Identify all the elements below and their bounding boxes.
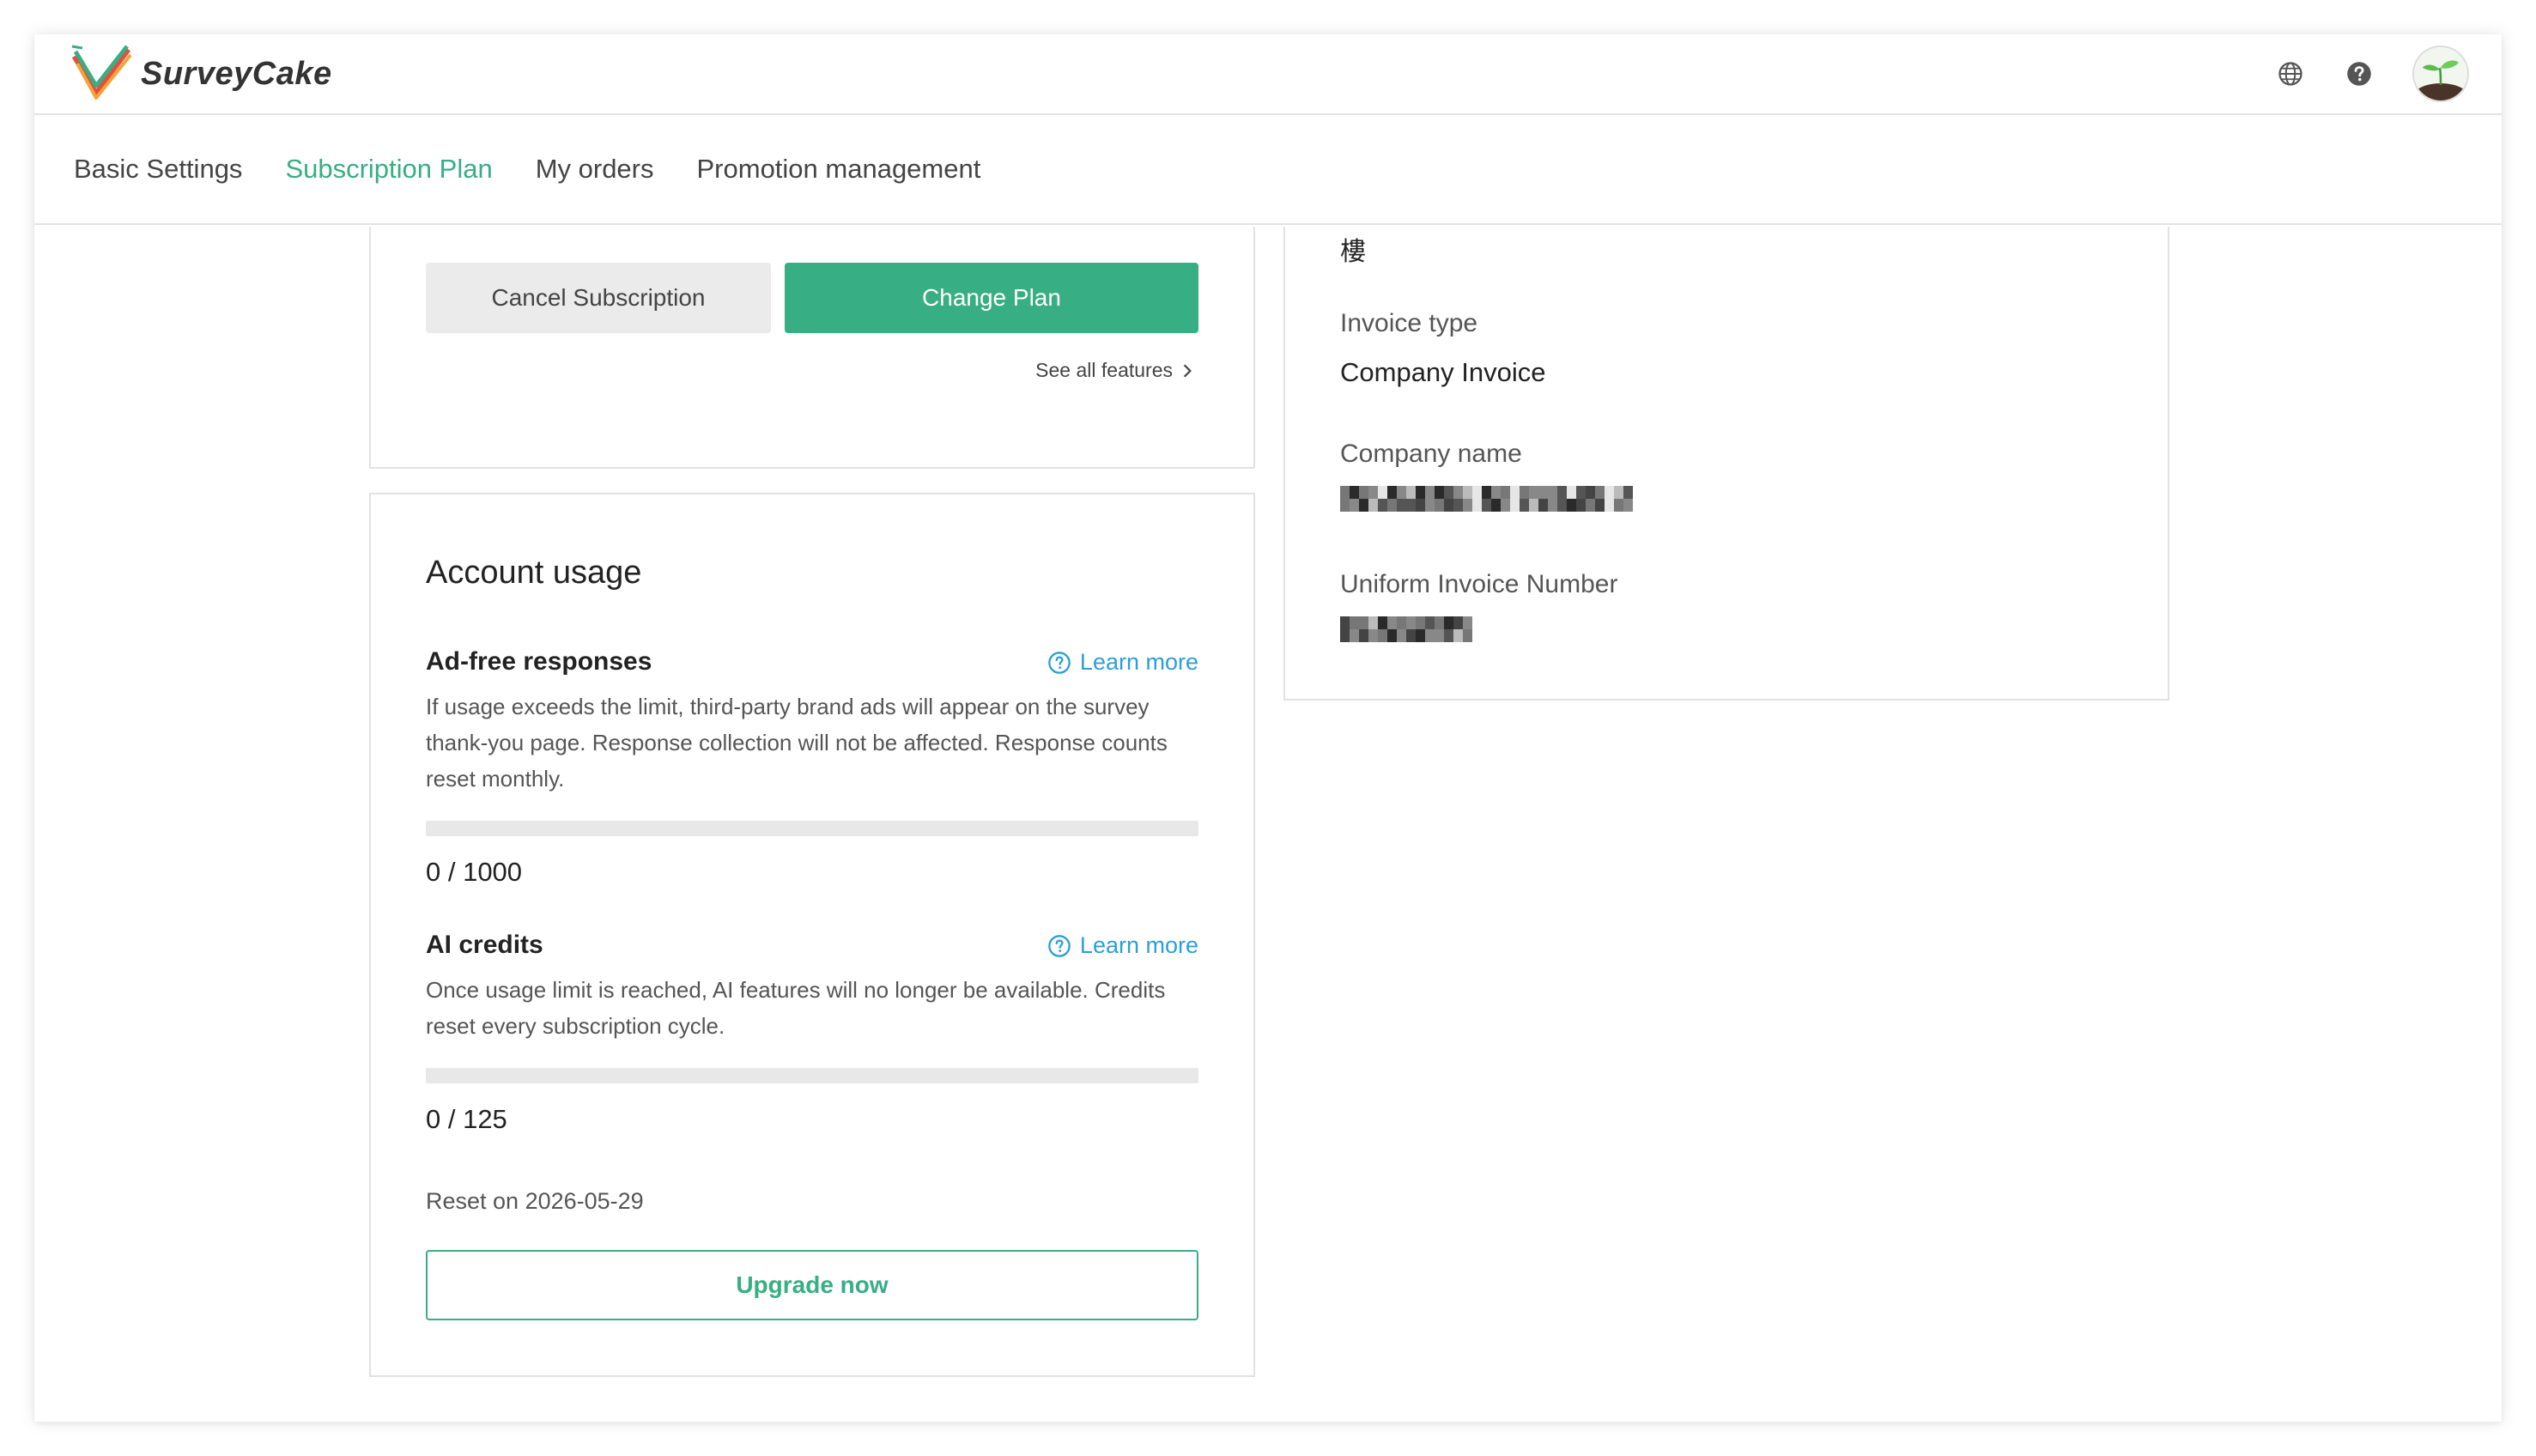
redaction-pixel [1387,616,1397,642]
redaction-pixel [1453,616,1463,642]
redaction-pixel [1444,486,1453,512]
main-content: Cancel Subscription Change Plan See all … [34,227,2502,1422]
uniform-invoice-number-label: Uniform Invoice Number [1340,570,1618,598]
redaction-pixel [1425,486,1435,512]
plan-card: Cancel Subscription Change Plan See all … [369,227,1255,469]
company-name-redacted [1340,486,1633,512]
redaction-pixel [1548,486,1557,512]
header-actions [2239,43,2467,105]
redaction-pixel [1576,486,1586,512]
tab-basic-settings[interactable]: Basic Settings [74,154,242,185]
tab-my-orders[interactable]: My orders [536,154,654,185]
redaction-pixel [1435,486,1444,512]
change-plan-button[interactable]: Change Plan [785,263,1198,333]
redaction-pixel [1378,486,1387,512]
help-icon[interactable] [2342,57,2376,91]
redaction-pixel [1538,486,1548,512]
redaction-pixel [1416,616,1425,642]
tab-promotion-management[interactable]: Promotion management [697,154,981,185]
question-circle-icon [1048,651,1071,674]
ai-credits-learn-more-label: Learn more [1079,932,1198,958]
redaction-pixel [1529,486,1538,512]
redaction-pixel [1340,486,1350,512]
redaction-pixel [1453,486,1463,512]
ai-credits-usage-bar [426,1068,1198,1083]
ad-free-learn-more-link[interactable]: Learn more [1047,649,1198,676]
redaction-pixel [1350,616,1359,642]
redaction-pixel [1416,486,1425,512]
redaction-pixel [1586,486,1595,512]
redaction-pixel [1472,486,1482,512]
redaction-pixel [1387,486,1397,512]
redaction-pixel [1463,486,1472,512]
see-all-features-label: See all features [1035,359,1173,381]
redaction-pixel [1359,616,1368,642]
invoice-info-card: 樓 Invoice type Company Invoice Company n… [1283,227,2169,701]
redaction-pixel [1378,616,1387,642]
redaction-pixel [1359,486,1368,512]
redaction-pixel [1397,616,1406,642]
redaction-pixel [1406,486,1416,512]
redaction-pixel [1463,616,1472,642]
avatar[interactable] [2414,47,2467,100]
top-header: SurveyCake [34,34,2502,115]
cancel-subscription-button[interactable]: Cancel Subscription [426,263,771,333]
address-tail-text: 樓 [1340,238,1366,266]
settings-tabs: Basic Settings Subscription Plan My orde… [34,115,2502,225]
redaction-pixel [1397,486,1406,512]
ad-free-usage-count: 0 / 1000 [426,857,523,887]
question-circle-icon [1048,934,1071,957]
redaction-pixel [1368,486,1378,512]
redaction-pixel [1623,486,1633,512]
redaction-pixel [1557,486,1567,512]
ai-credits-title: AI credits [426,931,543,959]
invoice-type-value: Company Invoice [1340,357,1546,387]
redaction-pixel [1444,616,1453,642]
redaction-pixel [1501,486,1510,512]
redaction-pixel [1340,616,1350,642]
redaction-pixel [1350,486,1359,512]
redaction-pixel [1595,486,1605,512]
redaction-pixel [1614,486,1623,512]
redaction-pixel [1491,486,1501,512]
redaction-pixel [1605,486,1614,512]
sprout-avatar-icon [2414,47,2467,100]
redaction-pixel [1567,486,1576,512]
tab-subscription-plan[interactable]: Subscription Plan [285,154,492,185]
redaction-pixel [1520,486,1529,512]
see-all-features-link[interactable]: See all features [1035,359,1193,382]
ad-free-title: Ad-free responses [426,647,652,676]
ai-credits-usage-count: 0 / 125 [426,1104,507,1134]
redaction-pixel [1406,616,1416,642]
redaction-pixel [1368,616,1378,642]
ai-credits-learn-more-link[interactable]: Learn more [1047,932,1198,959]
ad-free-learn-more-label: Learn more [1079,649,1198,675]
upgrade-now-button[interactable]: Upgrade now [426,1250,1198,1320]
brand-name: SurveyCake [141,55,332,92]
redaction-pixel [1425,616,1435,642]
reset-date-text: Reset on 2026-05-29 [426,1188,644,1214]
chevron-right-icon [1181,363,1193,379]
company-name-label: Company name [1340,440,1522,468]
redaction-pixel [1482,486,1491,512]
account-usage-card: Account usage Ad-free responses Learn mo… [369,493,1255,1377]
invoice-type-label: Invoice type [1340,309,1478,337]
redaction-pixel [1510,486,1520,512]
surveycake-logo-icon [71,45,132,100]
globe-icon[interactable] [2273,57,2308,91]
uniform-invoice-number-redacted [1340,616,1472,642]
redaction-pixel [1435,616,1444,642]
ad-free-usage-bar [426,821,1198,836]
account-usage-title: Account usage [426,555,642,591]
app-window: SurveyCake Basic Settings Subscription P… [34,34,2502,1422]
brand-logo[interactable]: SurveyCake [70,43,332,105]
ai-credits-description: Once usage limit is reached, AI features… [426,977,1166,1039]
ad-free-description: If usage exceeds the limit, third-party … [426,694,1168,792]
